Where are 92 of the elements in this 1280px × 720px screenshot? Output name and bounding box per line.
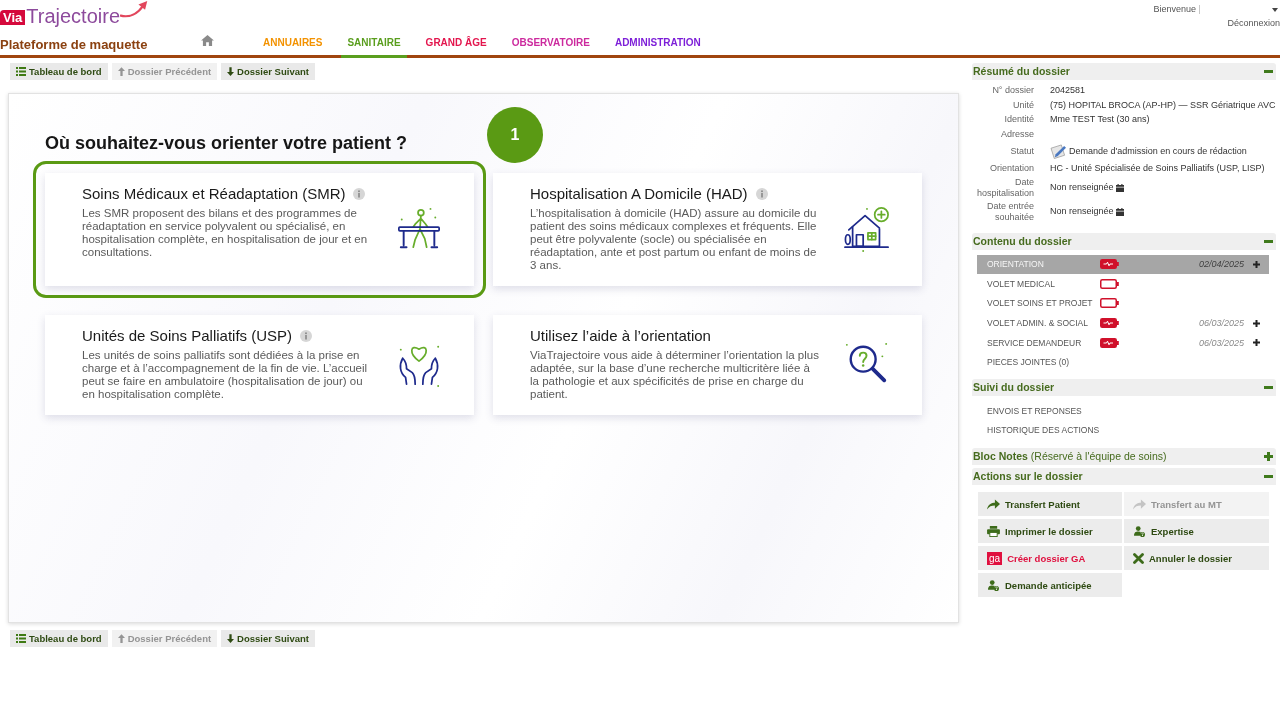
- action-button[interactable]: Demande anticipée: [978, 573, 1122, 598]
- page-question: Où souhaitez-vous orienter votre patient ?: [45, 132, 408, 154]
- home-icon[interactable]: [201, 35, 214, 46]
- nav-tab[interactable]: ADMINISTRATION: [608, 37, 707, 58]
- section-title: Actions sur le dossier: [973, 470, 1083, 484]
- action-button[interactable]: Transfert Patient: [978, 492, 1122, 517]
- nav-tab[interactable]: GRAND ÂGE: [419, 37, 493, 58]
- option-card[interactable]: [493, 173, 922, 286]
- platform-name: Plateforme de maquette: [0, 37, 148, 53]
- section-title: Contenu du dossier: [973, 234, 1072, 248]
- person-question-icon: [987, 579, 1000, 591]
- field-label: Date entrée souhaitée: [985, 200, 1034, 223]
- field-label: Identité: [1003, 113, 1034, 126]
- plus-icon[interactable]: [1253, 260, 1260, 268]
- field-value: 2042581: [1050, 84, 1086, 97]
- logo-text: Trajectoire: [26, 5, 120, 27]
- action-button[interactable]: ga Créer dossier GA: [978, 546, 1122, 571]
- action-button[interactable]: Annuler le dossier: [1124, 546, 1269, 571]
- logo-mark: Via: [0, 10, 26, 25]
- section-title: Bloc Notes: [973, 450, 1028, 464]
- forward-arrow-icon: [1133, 498, 1146, 510]
- plus-icon[interactable]: [1253, 339, 1260, 347]
- ga-badge: ga: [987, 551, 1003, 565]
- house-icon: [844, 205, 890, 252]
- field-value: HC - Unité Spécialisée de Soins Palliatifs (USP, LISP): [1050, 162, 1265, 175]
- toolbar-button[interactable]: Tableau de bord: [10, 63, 108, 80]
- caret-icon[interactable]: [1272, 7, 1278, 12]
- minus-icon[interactable]: [1264, 239, 1273, 243]
- calendar-icon[interactable]: [1115, 207, 1124, 216]
- section-title: Suivi du dossier: [973, 381, 1055, 395]
- option-card[interactable]: [45, 173, 474, 286]
- card-description: Les unités de soins palliatifs sont dédiées à la prise en charge et à l’accompagnement de la fin de vie. L’accueil peut se faire en ambulatoire (hospitalisation de jour) ou en hospitalisation complète.: [82, 349, 369, 401]
- forward-arrow-icon: [987, 498, 1000, 510]
- minus-icon[interactable]: [1264, 475, 1273, 479]
- content-item-link[interactable]: VOLET MEDICAL: [987, 278, 1055, 289]
- field-value: Non renseignée: [1050, 205, 1114, 218]
- list-icon: [16, 67, 26, 76]
- action-button[interactable]: Imprimer le dossier: [978, 519, 1122, 544]
- field-label: Date hospitalisation: [975, 176, 1034, 199]
- content-item-link[interactable]: VOLET ADMIN. & SOCIAL: [987, 318, 1088, 329]
- down-arrow-icon: [227, 634, 235, 643]
- up-arrow-icon: [117, 634, 125, 643]
- cross-icon: [1133, 552, 1144, 564]
- card-title: Utilisez l’aide à l’orientation: [530, 327, 711, 345]
- down-arrow-icon: [227, 67, 235, 76]
- section-note: (Réservé à l'équipe de soins): [1030, 450, 1167, 464]
- item-date: 06/03/2025: [1198, 318, 1244, 329]
- info-icon[interactable]: [353, 188, 366, 200]
- field-label: Unité: [1012, 98, 1034, 111]
- content-item-link[interactable]: SERVICE DEMANDEUR: [987, 337, 1082, 348]
- calendar-icon[interactable]: [1115, 183, 1124, 192]
- person-question-icon: [1133, 525, 1146, 537]
- field-label: Statut: [1009, 144, 1034, 158]
- plus-icon[interactable]: [1253, 319, 1260, 327]
- card-title: Soins Médicaux et Réadaptation (SMR): [82, 185, 346, 203]
- content-item-link[interactable]: VOLET SOINS ET PROJET: [987, 298, 1093, 309]
- info-icon[interactable]: [300, 330, 313, 342]
- toolbar-button[interactable]: Dossier Suivant: [221, 630, 315, 647]
- option-card[interactable]: [45, 315, 474, 415]
- card-description: Les SMR proposent des bilans et des programmes de réadaptation en service polyvalent ou spécialisé, en hospitalisation complète, en hospitalisation de jour et en consultations.: [82, 207, 369, 259]
- nav-tab[interactable]: OBSERVATOIRE: [505, 37, 596, 58]
- field-value: Non renseignée: [1050, 181, 1114, 194]
- action-button[interactable]: Expertise: [1124, 519, 1269, 544]
- follow-up-link[interactable]: HISTORIQUE DES ACTIONS: [987, 425, 1100, 436]
- field-value: Mme TEST Test (30 ans): [1050, 113, 1150, 126]
- field-value: (75) HOPITAL BROCA (AP-HP) — SSR Gériatrique AVC: [1050, 98, 1276, 111]
- pencil-document-icon: [1050, 143, 1067, 159]
- card-description: ViaTrajectoire vous aide à déterminer l’orientation la plus adaptée, sur la base d’une recherche multicritère liée à la pathologie et aux spécificités de prise en charge du patient.: [530, 349, 820, 401]
- toolbar-button[interactable]: Tableau de bord: [10, 630, 108, 647]
- field-label: N° dossier: [991, 84, 1034, 97]
- toolbar-button[interactable]: Dossier Suivant: [221, 63, 315, 80]
- option-card[interactable]: [493, 315, 922, 415]
- printer-icon: [987, 525, 1000, 537]
- step-number-badge: 1: [487, 107, 543, 163]
- card-title: Hospitalisation A Domicile (HAD): [530, 185, 748, 203]
- item-date: 02/04/2025: [1198, 259, 1244, 270]
- section-title: Résumé du dossier: [973, 65, 1070, 78]
- up-arrow-icon: [117, 67, 125, 76]
- follow-up-link[interactable]: ENVOIS ET REPONSES: [987, 405, 1082, 416]
- swoosh-arrow-icon: [120, 0, 148, 18]
- card-title: Unités de Soins Palliatifs (USP): [82, 327, 293, 345]
- minus-icon[interactable]: [1264, 386, 1273, 390]
- greeting-text: Bienvenue: [1153, 4, 1196, 15]
- field-value: Demande d'admission en cours de rédaction: [1069, 144, 1247, 158]
- logout-link[interactable]: Déconnexion: [1227, 18, 1280, 29]
- info-icon[interactable]: [755, 188, 768, 200]
- card-description: L’hospitalisation à domicile (HAD) assure au domicile du patient des soins médicaux complexes et fréquents. Elle peut être polyvalente (socle) ou spécialisée en réadaptation, ante et post partum ou enfant de moins de 3 ans.: [530, 207, 818, 272]
- list-icon: [16, 634, 26, 643]
- field-label: Orientation: [988, 162, 1034, 175]
- content-item-link[interactable]: PIECES JOINTES (0): [987, 357, 1070, 368]
- field-label: Adresse: [999, 127, 1034, 140]
- item-date: 06/03/2025: [1198, 337, 1244, 348]
